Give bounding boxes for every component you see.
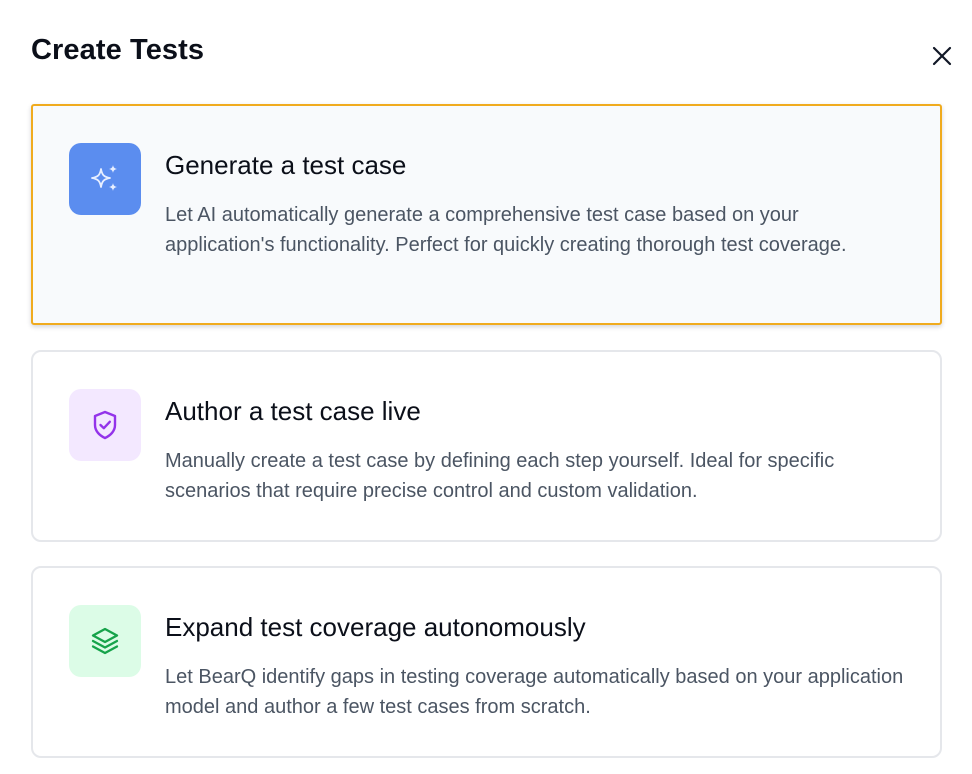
- option-description: Let AI automatically generate a comprehe…: [165, 204, 847, 256]
- option-icon-box: [69, 143, 141, 215]
- sparkles-icon: [91, 165, 117, 191]
- option-title: Author a test case live: [165, 396, 421, 426]
- layers-icon: [91, 627, 119, 655]
- option-title: Generate a test case: [165, 150, 407, 180]
- option-expand-coverage[interactable]: Expand test coverage autonomously Let Be…: [31, 566, 942, 758]
- option-title: Expand test coverage autonomously: [165, 612, 586, 642]
- close-button[interactable]: [926, 40, 958, 72]
- option-description: Let BearQ identify gaps in testing cover…: [165, 666, 904, 718]
- dialog-title: Create Tests: [31, 34, 205, 66]
- option-generate-test-case[interactable]: Generate a test case Let AI automaticall…: [31, 104, 942, 325]
- option-author-test-case-live[interactable]: Author a test case live Manually create …: [31, 350, 942, 542]
- option-description: Manually create a test case by defining …: [165, 450, 835, 502]
- close-icon: [932, 46, 952, 66]
- option-icon-box: [69, 605, 141, 677]
- option-icon-box: [69, 389, 141, 461]
- create-tests-dialog: Create Tests Generate a test case Let AI…: [0, 0, 972, 774]
- shield-check-icon: [93, 410, 117, 440]
